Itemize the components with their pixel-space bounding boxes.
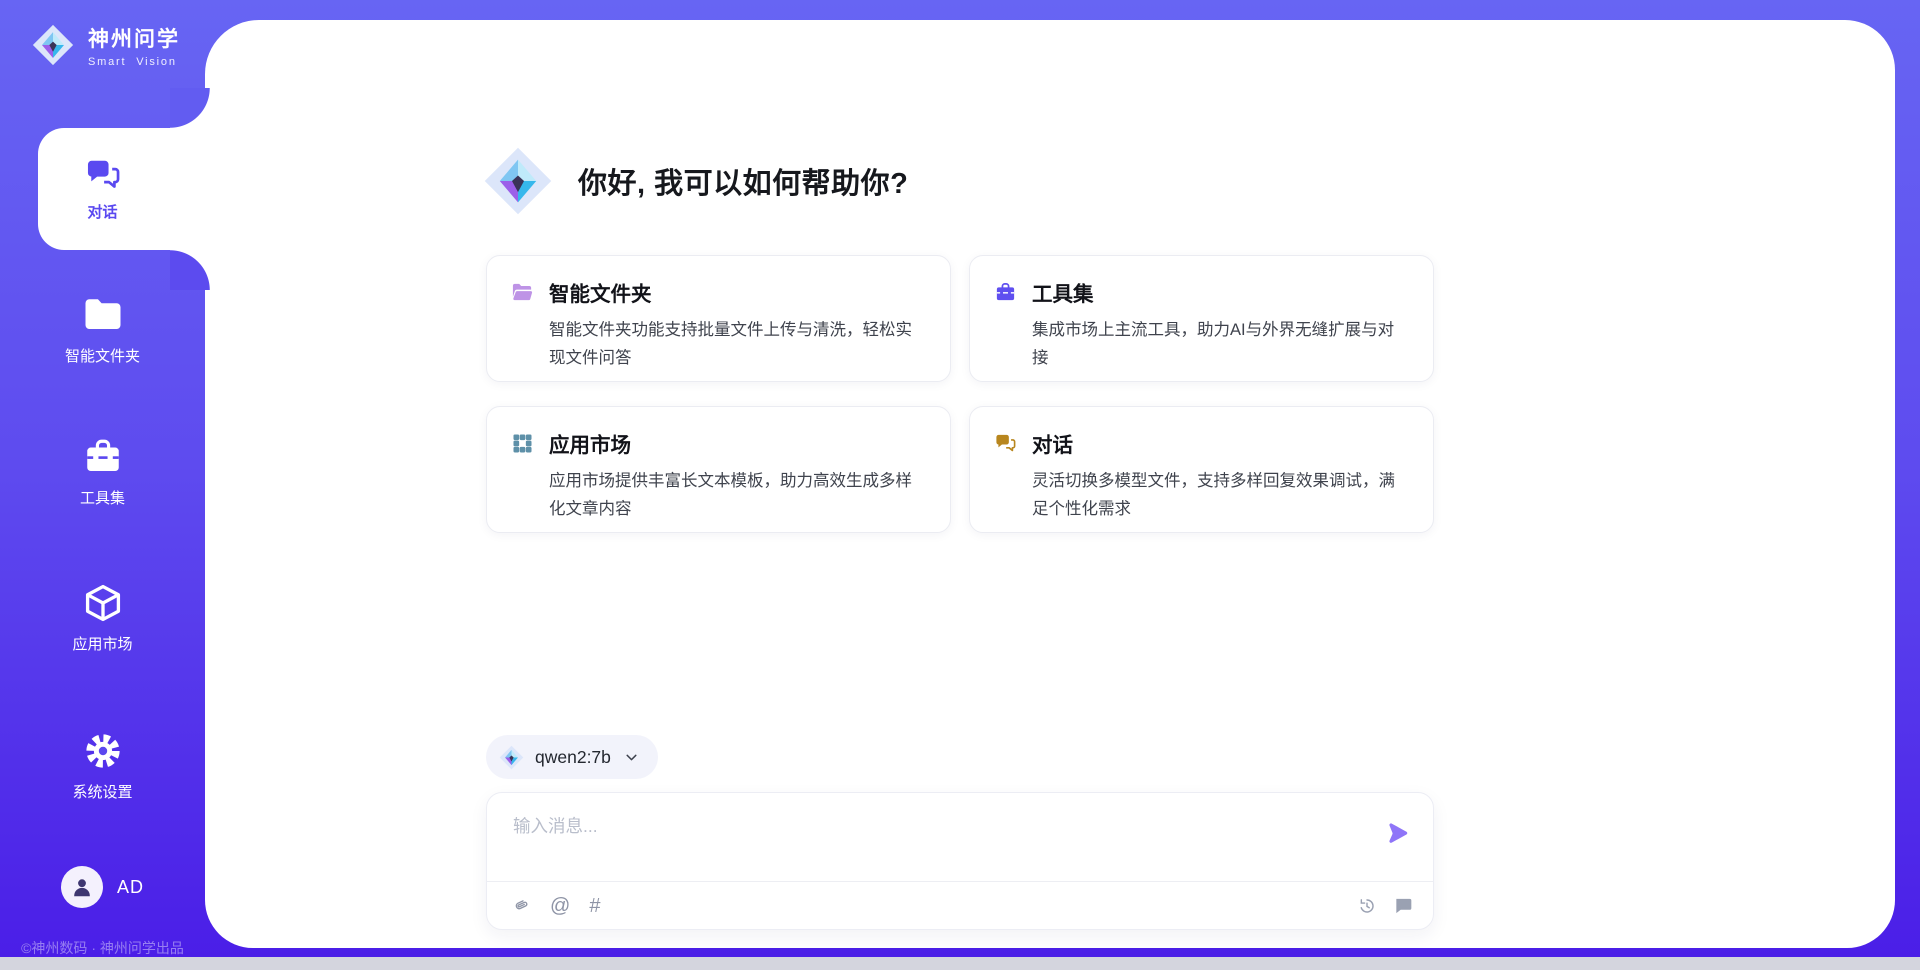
model-selector[interactable]: qwen2:7b xyxy=(486,735,658,779)
history-icon xyxy=(1357,896,1377,916)
brand-text: 神州问学 Smart Vision xyxy=(88,23,180,68)
toolbox-icon xyxy=(82,436,124,478)
chat-icon xyxy=(84,156,122,194)
card-toolset[interactable]: 工具集 集成市场上主流工具，助力AI与外界无缝扩展与对接 xyxy=(969,255,1434,382)
main-content: 你好, 我可以如何帮助你? 智能文件夹 智能文件夹功能支持批量文件上传与清洗，轻… xyxy=(486,143,1434,533)
card-chat[interactable]: 对话 灵活切换多模型文件，支持多样回复效果调试，满足个性化需求 xyxy=(969,406,1434,533)
card-app-market[interactable]: 应用市场 应用市场提供丰富长文本模板，助力高效生成多样化文章内容 xyxy=(486,406,951,533)
message-input[interactable] xyxy=(511,811,1363,875)
brand: 神州问学 Smart Vision xyxy=(30,22,180,68)
card-description: 应用市场提供丰富长文本模板，助力高效生成多样化文章内容 xyxy=(549,467,926,524)
composer-toolbar: @ # xyxy=(511,882,1413,929)
diamond-logo-icon xyxy=(498,744,525,771)
user-name: AD xyxy=(117,877,144,898)
send-button[interactable] xyxy=(1381,817,1415,851)
toolbox-icon xyxy=(994,281,1017,304)
sidebar-item-label: 系统设置 xyxy=(72,781,132,802)
message-input-card: @ # xyxy=(486,792,1434,930)
sidebar-item-settings[interactable]: 系统设置 xyxy=(0,730,205,802)
composer: qwen2:7b @ # xyxy=(486,735,1434,930)
hash-icon: # xyxy=(589,896,600,916)
folder-icon xyxy=(82,294,124,336)
sidebar-item-label: 应用市场 xyxy=(72,633,132,654)
card-description: 智能文件夹功能支持批量文件上传与清洗，轻松实现文件问答 xyxy=(549,316,926,373)
app-window: 神州问学 Smart Vision 对话 智能文件夹 工具集 应用市场 系统设置… xyxy=(0,0,1920,970)
greeting: 你好, 我可以如何帮助你? xyxy=(480,143,1434,219)
brand-title: 神州问学 xyxy=(88,23,180,53)
new-chat-button[interactable] xyxy=(1393,896,1413,916)
sidebar-item-label: 对话 xyxy=(87,201,117,222)
model-name: qwen2:7b xyxy=(535,747,611,768)
sidebar-item-app-market[interactable]: 应用市场 xyxy=(0,582,205,654)
card-title: 应用市场 xyxy=(549,428,631,458)
history-button[interactable] xyxy=(1357,896,1377,916)
card-head: 应用市场 xyxy=(511,428,926,458)
card-description: 灵活切换多模型文件，支持多样回复效果调试，满足个性化需求 xyxy=(1032,467,1409,524)
card-smart-folders[interactable]: 智能文件夹 智能文件夹功能支持批量文件上传与清洗，轻松实现文件问答 xyxy=(486,255,951,382)
brand-subtitle: Smart Vision xyxy=(88,56,180,68)
app-grid-icon xyxy=(511,432,534,455)
card-title: 对话 xyxy=(1032,428,1073,458)
card-title: 工具集 xyxy=(1032,277,1094,307)
sidebar-item-toolset[interactable]: 工具集 xyxy=(0,436,205,508)
sidebar-item-chat-inner: 对话 xyxy=(0,128,205,250)
sidebar-item-chat[interactable]: 对话 xyxy=(38,128,210,250)
toolbar-right xyxy=(1357,896,1413,916)
diamond-logo-icon xyxy=(480,143,556,219)
card-head: 对话 xyxy=(994,428,1409,458)
card-title: 智能文件夹 xyxy=(549,277,652,307)
bottom-strip xyxy=(0,957,1920,970)
toolbar-left: @ # xyxy=(511,896,600,916)
greeting-text: 你好, 我可以如何帮助你? xyxy=(578,160,908,202)
diamond-logo-icon xyxy=(30,22,76,68)
sidebar-item-smart-folders[interactable]: 智能文件夹 xyxy=(0,294,205,366)
avatar xyxy=(61,866,103,908)
at-icon: @ xyxy=(550,896,570,916)
chevron-down-icon xyxy=(623,749,640,766)
feature-cards: 智能文件夹 智能文件夹功能支持批量文件上传与清洗，轻松实现文件问答 工具集 集成… xyxy=(486,255,1434,533)
sidebar-item-label: 智能文件夹 xyxy=(65,345,140,366)
card-head: 工具集 xyxy=(994,277,1409,307)
comment-icon xyxy=(1393,896,1413,916)
chat-icon xyxy=(994,432,1017,455)
sidebar-item-label: 工具集 xyxy=(80,487,125,508)
send-icon xyxy=(1385,820,1411,846)
user-profile[interactable]: AD xyxy=(0,866,205,908)
cube-icon xyxy=(82,582,124,624)
folder-open-icon xyxy=(511,281,534,304)
topic-button[interactable]: # xyxy=(589,896,600,916)
card-description: 集成市场上主流工具，助力AI与外界无缝扩展与对接 xyxy=(1032,316,1409,373)
card-head: 智能文件夹 xyxy=(511,277,926,307)
attach-button[interactable] xyxy=(511,896,531,916)
gear-icon xyxy=(82,730,124,772)
paperclip-icon xyxy=(511,896,531,916)
person-icon xyxy=(69,874,95,900)
sidebar-footer: ©神州数码 · 神州问学出品 xyxy=(0,938,205,958)
mention-button[interactable]: @ xyxy=(550,896,570,916)
